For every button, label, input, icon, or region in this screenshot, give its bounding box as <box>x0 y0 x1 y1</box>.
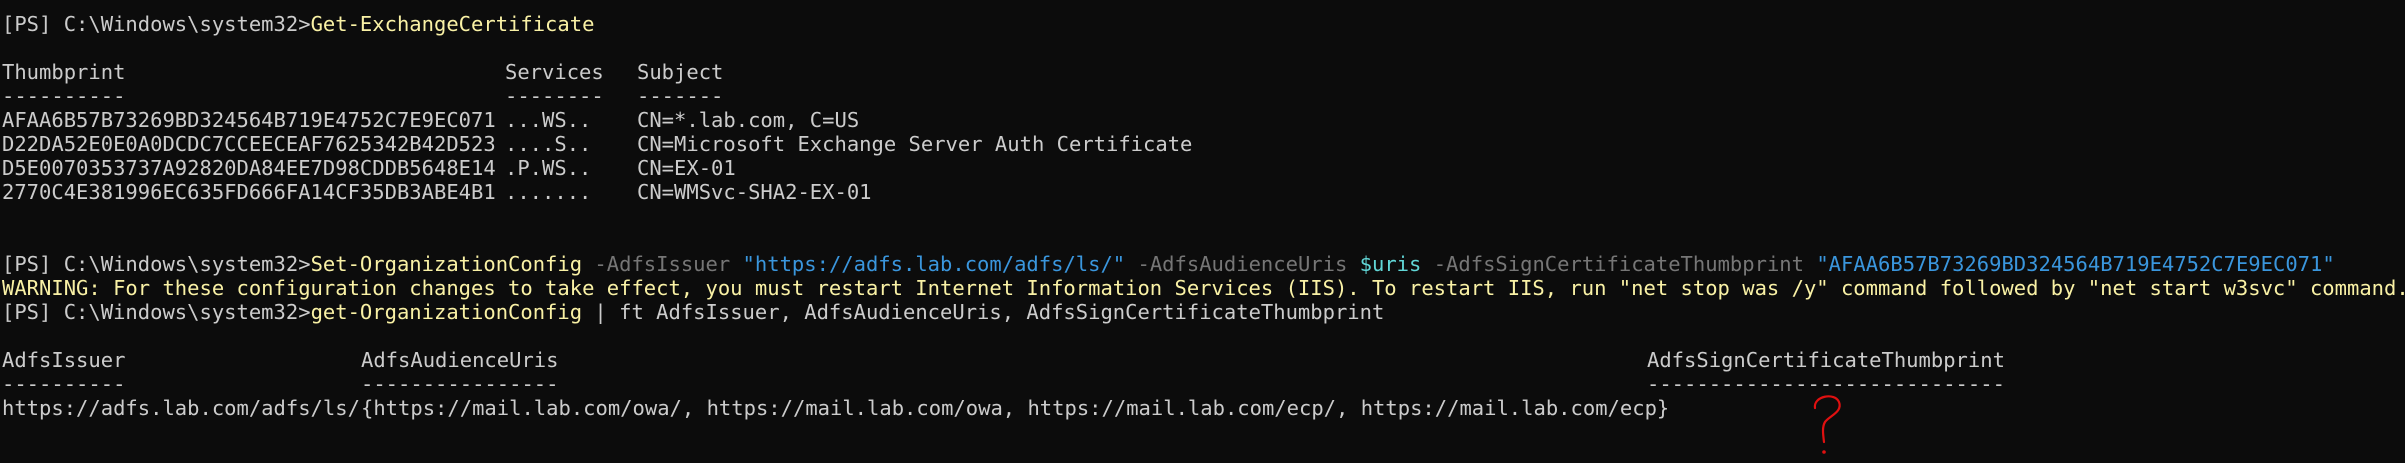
string-value: "AFAA6B57B73269BD324564B719E4752C7E9EC07… <box>1816 252 2335 276</box>
subject-cell: CN=Microsoft Exchange Server Auth Certif… <box>637 132 1193 156</box>
prompt: [PS] C:\Windows\system32> <box>2 12 311 36</box>
table-header: AdfsSignCertificateThumbprint <box>1647 348 2005 372</box>
command-arguments: | ft AdfsIssuer, AdfsAudienceUris, AdfsS… <box>582 300 1385 324</box>
table-separator: ---------- <box>2 372 126 396</box>
adfsissuer-cell: https://adfs.lab.com/adfs/ls/ <box>2 396 360 420</box>
table-header: Services <box>505 60 604 84</box>
parameter-adfsaudienceuris: -AdfsAudienceUris <box>1125 252 1360 276</box>
table-header: AdfsIssuer <box>2 348 126 372</box>
table-separator: -------- <box>505 84 604 108</box>
variable-value: $uris <box>1359 252 1422 276</box>
question-mark-icon <box>1813 395 1841 454</box>
table-separator: ------- <box>637 84 724 108</box>
services-cell: .P.WS.. <box>505 156 592 180</box>
prompt: [PS] C:\Windows\system32> <box>2 252 311 276</box>
thumbprint-cell: 2770C4E381996EC635FD666FA14CF35DB3ABE4B1 <box>2 180 496 204</box>
thumbprint-cell: D5E0070353737A92820DA84EE7D98CDDB5648E14 <box>2 156 496 180</box>
services-cell: ....S.. <box>505 132 592 156</box>
subject-cell: CN=WMSvc-SHA2-EX-01 <box>637 180 872 204</box>
prompt: [PS] C:\Windows\system32> <box>2 300 311 324</box>
table-separator: ---------------- <box>361 372 559 396</box>
thumbprint-cell: AFAA6B57B73269BD324564B719E4752C7E9EC071 <box>2 108 496 132</box>
warning-message: WARNING: For these configuration changes… <box>2 276 2405 300</box>
thumbprint-cell: D22DA52E0E0A0DCDC7CCEECEAF7625342B42D523 <box>2 132 496 156</box>
table-header: AdfsAudienceUris <box>361 348 559 372</box>
table-header: Thumbprint <box>2 60 126 84</box>
parameter-adfsissuer: -AdfsIssuer <box>582 252 743 276</box>
prompt-line-get-exchangecertificate: [PS] C:\Windows\system32>Get-ExchangeCer… <box>2 12 594 36</box>
services-cell: ...WS.. <box>505 108 592 132</box>
subject-cell: CN=*.lab.com, C=US <box>637 108 860 132</box>
subject-cell: CN=EX-01 <box>637 156 736 180</box>
powershell-console[interactable]: [PS] C:\Windows\system32>Get-ExchangeCer… <box>0 0 2405 463</box>
adfsaudienceuris-cell: {https://mail.lab.com/owa/, https://mail… <box>361 396 1670 420</box>
services-cell: ....... <box>505 180 592 204</box>
parameter-adfssigncertificatethumbprint: -AdfsSignCertificateThumbprint <box>1421 252 1817 276</box>
prompt-line-get-organizationconfig: [PS] C:\Windows\system32>get-Organizatio… <box>2 300 1384 324</box>
command-name: get-OrganizationConfig <box>310 300 583 324</box>
command-name: Get-ExchangeCertificate <box>310 12 595 36</box>
command-name: Set-OrganizationConfig <box>310 252 583 276</box>
string-value: "https://adfs.lab.com/adfs/ls/" <box>742 252 1126 276</box>
table-separator: ---------- <box>2 84 126 108</box>
table-header: Subject <box>637 60 724 84</box>
prompt-line-set-organizationconfig: [PS] C:\Windows\system32>Set-Organizatio… <box>2 252 2335 276</box>
